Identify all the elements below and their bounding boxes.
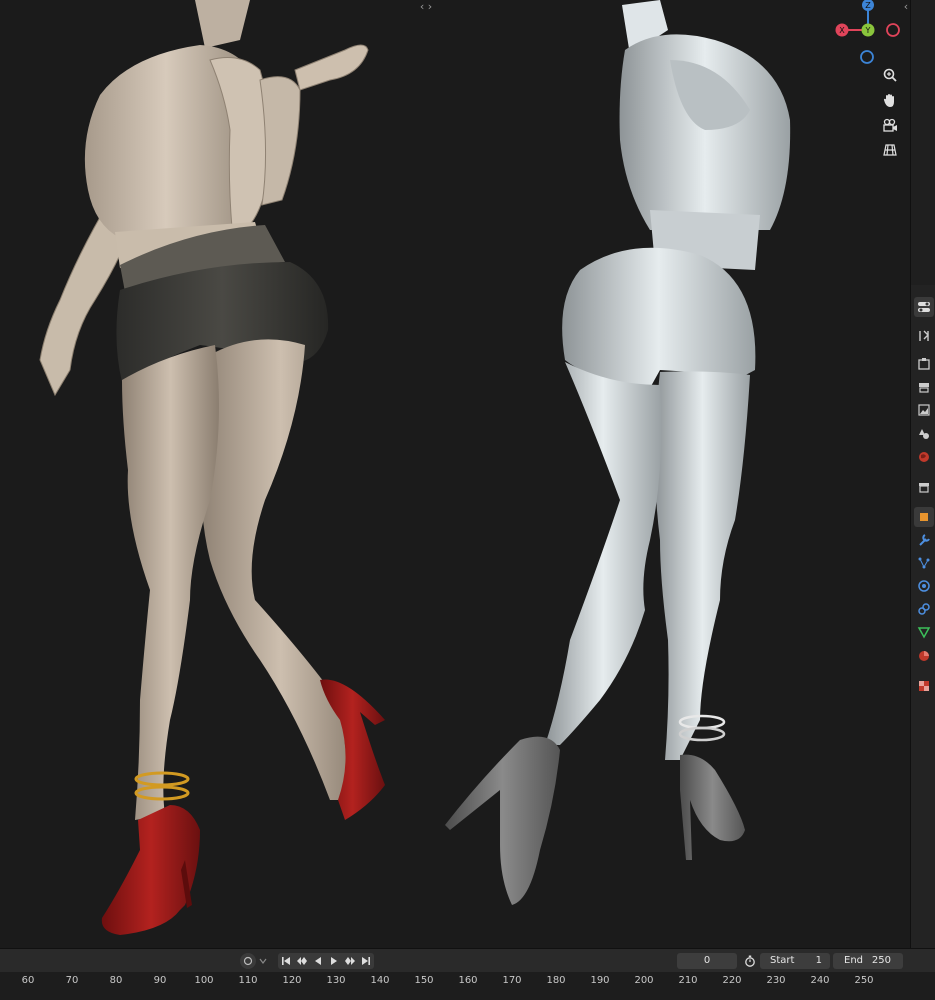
left-figure xyxy=(39,0,385,935)
properties-tab-strip xyxy=(910,0,935,948)
camera-icon[interactable] xyxy=(878,114,902,136)
jump-start-button[interactable] xyxy=(278,953,294,969)
ruler-tick-label: 240 xyxy=(810,975,830,986)
ruler-tick-label: 70 xyxy=(65,975,79,986)
ruler-tick-label: 220 xyxy=(722,975,742,986)
ruler-tick-label: 120 xyxy=(282,975,302,986)
keying-record-button[interactable] xyxy=(240,953,256,969)
world-icon[interactable] xyxy=(914,447,934,467)
ruler-tick-label: 90 xyxy=(153,975,167,986)
modifier-icon[interactable] xyxy=(914,530,934,550)
3d-viewport[interactable]: ‹ › ‹ Z X Y xyxy=(0,0,910,948)
ruler-tick-label: 150 xyxy=(414,975,434,986)
hand-pan-icon[interactable] xyxy=(878,89,902,111)
svg-text:Z: Z xyxy=(865,1,871,10)
ruler-tick-label: 80 xyxy=(109,975,123,986)
gizmo-neg-z-axis[interactable] xyxy=(860,50,874,64)
jump-keyframe-back-button[interactable] xyxy=(294,953,310,969)
area-split-handle[interactable]: ‹ › xyxy=(418,0,434,14)
ruler-tick-label: 140 xyxy=(370,975,390,986)
scene-icon[interactable] xyxy=(914,424,934,444)
start-frame-value: 1 xyxy=(815,955,822,966)
ruler-tick-label: 230 xyxy=(766,975,786,986)
grid-icon[interactable] xyxy=(878,139,902,161)
ruler-tick-label: 190 xyxy=(590,975,610,986)
chevron-down-icon[interactable] xyxy=(256,953,270,969)
end-frame-value: 250 xyxy=(871,955,891,966)
end-frame-field[interactable]: End 250 xyxy=(833,953,903,969)
ruler-tick-label: 210 xyxy=(678,975,698,986)
timeline-ruler[interactable]: 60 70 80 90 100 110 120 130 140 150 160 170 180 190 20… xyxy=(0,972,935,1000)
jump-keyframe-forward-button[interactable] xyxy=(342,953,358,969)
jump-end-button[interactable] xyxy=(358,953,374,969)
svg-text:X: X xyxy=(839,26,845,35)
viewport-scene xyxy=(39,0,791,935)
texture-icon[interactable] xyxy=(914,676,934,696)
timeline-header: 0 Start 1 End 250 xyxy=(0,948,935,973)
ruler-tick-label: 200 xyxy=(634,975,654,986)
start-frame-label: Start xyxy=(770,955,795,966)
svg-text:Y: Y xyxy=(865,26,871,35)
end-frame-label: End xyxy=(844,955,864,966)
ruler-tick-label: 180 xyxy=(546,975,566,986)
data-icon[interactable] xyxy=(914,622,934,642)
physics-icon[interactable] xyxy=(914,576,934,596)
view-layer-icon[interactable] xyxy=(914,400,934,420)
particles-icon[interactable] xyxy=(914,553,934,573)
start-frame-field[interactable]: Start 1 xyxy=(760,953,830,969)
play-reverse-button[interactable] xyxy=(310,953,326,969)
zoom-icon[interactable] xyxy=(878,64,902,86)
ruler-tick-label: 60 xyxy=(21,975,35,986)
object-icon[interactable] xyxy=(914,507,934,527)
play-button[interactable] xyxy=(326,953,342,969)
stopwatch-icon[interactable] xyxy=(742,953,758,969)
constraints-icon[interactable] xyxy=(914,599,934,619)
ruler-tick-label: 250 xyxy=(854,975,874,986)
ruler-tick-label: 170 xyxy=(502,975,522,986)
output-icon[interactable] xyxy=(914,377,934,397)
ruler-tick-label: 130 xyxy=(326,975,346,986)
ruler-tick-label: 110 xyxy=(238,975,258,986)
render-icon[interactable] xyxy=(914,354,934,374)
current-frame-field[interactable]: 0 xyxy=(677,953,737,969)
ruler-tick-label: 100 xyxy=(194,975,214,986)
material-icon[interactable] xyxy=(914,646,934,666)
toggle-icon[interactable] xyxy=(914,297,934,317)
ruler-tick-label: 160 xyxy=(458,975,478,986)
right-figure xyxy=(445,0,791,905)
tool-icon[interactable] xyxy=(914,326,934,346)
collection-icon[interactable] xyxy=(914,477,934,497)
navigation-gizmo[interactable]: Z X Y xyxy=(832,0,902,66)
gizmo-neg-x-axis[interactable] xyxy=(886,23,900,37)
